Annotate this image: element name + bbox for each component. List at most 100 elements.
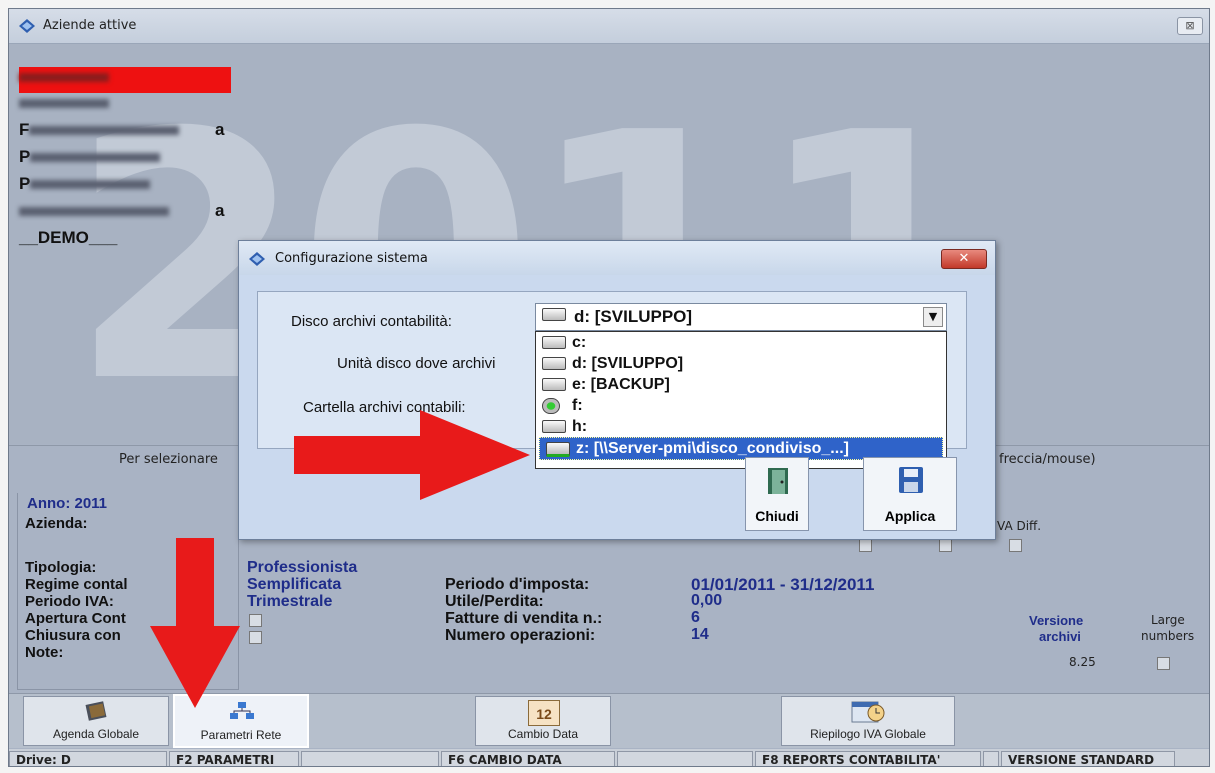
cambio-data-button[interactable]: 12 Cambio Data (475, 696, 611, 746)
status-versione: VERSIONE STANDARD (1001, 751, 1175, 766)
disk-option[interactable]: c: (536, 332, 946, 353)
app-icon (19, 19, 35, 33)
agenda-globale-button[interactable]: Agenda Globale (23, 696, 169, 746)
periodo-iva-value: Trimestrale (247, 593, 333, 610)
hard-drive-icon (542, 336, 566, 349)
applica-button[interactable]: Applica (863, 457, 957, 531)
parametri-rete-label: Parametri Rete (200, 728, 282, 742)
company-list[interactable]: Fa P Pa __DEMO___ (19, 67, 231, 255)
disk-option[interactable]: e: [BACKUP] (536, 374, 946, 395)
disk-select-value: d: [SVILUPPO] (574, 307, 693, 326)
disk-option[interactable]: h: (536, 416, 946, 437)
periodo-imposta-label: Periodo d'imposta: (445, 576, 590, 593)
company-list-item[interactable]: P (19, 147, 229, 174)
riepilogo-iva-label: Riepilogo IVA Globale (810, 727, 926, 741)
regime-label: Regime contal (25, 576, 128, 593)
redacted-name (29, 126, 180, 136)
status-f8[interactable]: F8 REPORTS CONTABILITA' (755, 751, 981, 766)
iva-diff-checkbox[interactable] (1009, 539, 1022, 552)
disk-option-label: d: [SVILUPPO] (572, 355, 684, 372)
disk-option-label: h: (572, 418, 588, 435)
company-list-item[interactable]: P (19, 174, 229, 201)
redacted-name (30, 180, 151, 190)
chiusura-label: Chiusura con (25, 627, 121, 644)
azienda-label: Azienda: (25, 515, 88, 532)
tipologia-label: Tipologia: (25, 559, 97, 576)
red-arrow-right-icon (294, 410, 530, 500)
utile-label: Utile/Perdita: (445, 593, 544, 610)
agenda-book-icon (85, 701, 107, 721)
disco-label: Disco archivi contabilità: (291, 313, 452, 330)
close-icon[interactable]: ⊠ (1177, 17, 1203, 35)
chiusura-checkbox[interactable] (249, 631, 262, 644)
company-name: P (19, 147, 31, 166)
status-empty-1 (301, 751, 439, 766)
iva-diff-label: VA Diff. (997, 519, 1042, 533)
status-f2[interactable]: F2 PARAMETRI (169, 751, 299, 766)
company-name: P (19, 174, 31, 193)
versione-label-1: Versione (1029, 613, 1084, 628)
regime-value: Semplificata (247, 576, 342, 593)
disk-option[interactable]: f: (536, 395, 946, 416)
redacted-name (19, 73, 109, 83)
save-icon (899, 467, 923, 493)
calendar-icon: 12 (528, 700, 560, 726)
cd-drive-icon (542, 398, 560, 414)
status-empty-3 (983, 751, 999, 766)
hard-drive-icon (542, 420, 566, 433)
red-arrow-down-icon (150, 538, 240, 708)
company-name-suffix: a (215, 201, 225, 220)
company-list-item[interactable]: a (19, 201, 229, 228)
company-list-item[interactable]: Fa (19, 120, 229, 147)
option-checkbox-2[interactable] (939, 539, 952, 552)
dialog-title: Configurazione sistema (275, 251, 428, 266)
year-label: Anno: 2011 (25, 495, 110, 512)
disk-option-label: c: (572, 334, 587, 351)
chiudi-button[interactable]: Chiudi (745, 457, 809, 531)
riepilogo-iva-button[interactable]: Riepilogo IVA Globale (781, 696, 955, 746)
cambio-data-label: Cambio Data (507, 727, 579, 741)
agenda-globale-label: Agenda Globale (52, 727, 140, 741)
status-f6[interactable]: F6 CAMBIO DATA (441, 751, 615, 766)
hint-right-text: freccia/mouse) (999, 452, 1096, 467)
redacted-name (19, 99, 109, 109)
periodo-iva-label: Periodo IVA: (25, 593, 114, 610)
chiudi-label: Chiudi (755, 508, 799, 524)
door-icon (768, 468, 788, 494)
disk-option-label: e: [BACKUP] (572, 376, 670, 393)
dialog-close-icon[interactable]: ✕ (941, 249, 987, 269)
company-list-item[interactable] (19, 67, 231, 93)
large-label-1: Large (1151, 613, 1185, 627)
disk-select[interactable]: d: [SVILUPPO] ▼ (535, 303, 947, 331)
window-title: Aziende attive (43, 18, 137, 33)
status-drive: Drive: D (9, 751, 167, 766)
network-drive-icon (546, 442, 570, 457)
company-list-item[interactable]: __DEMO___ (19, 228, 229, 255)
hard-drive-icon (542, 357, 566, 370)
chevron-down-icon[interactable]: ▼ (923, 307, 943, 327)
unita-label: Unità disco dove archivi (337, 355, 496, 372)
redacted-name (19, 207, 169, 217)
hint-left-text: Per selezionare (119, 452, 218, 467)
utile-value: 0,00 (691, 592, 723, 609)
disk-dropdown-list: c: d: [SVILUPPO] e: [BACKUP] f: h: z: [\\Serv… (535, 331, 947, 469)
fatture-label: Fatture di vendita n.: (445, 610, 603, 627)
company-name: F (19, 120, 30, 139)
dialog-title-bar: Configurazione sistema ✕ (239, 241, 995, 275)
operazioni-value: 14 (691, 626, 709, 643)
applica-label: Applica (884, 508, 936, 524)
disk-option[interactable]: d: [SVILUPPO] (536, 353, 946, 374)
company-name-suffix: a (215, 120, 225, 139)
fatture-value: 6 (691, 609, 700, 626)
large-numbers-checkbox[interactable] (1157, 657, 1170, 670)
apertura-checkbox[interactable] (249, 614, 262, 627)
status-empty-2 (617, 751, 753, 766)
calendar-clock-icon (851, 701, 885, 723)
dialog-app-icon (249, 252, 265, 266)
company-name: __DEMO___ (19, 228, 118, 247)
company-list-item[interactable] (19, 93, 229, 120)
versione-value: 8.25 (1069, 655, 1096, 669)
large-label-2: numbers (1141, 629, 1195, 643)
option-checkbox-1[interactable] (859, 539, 872, 552)
tipologia-value: Professionista (247, 559, 358, 576)
